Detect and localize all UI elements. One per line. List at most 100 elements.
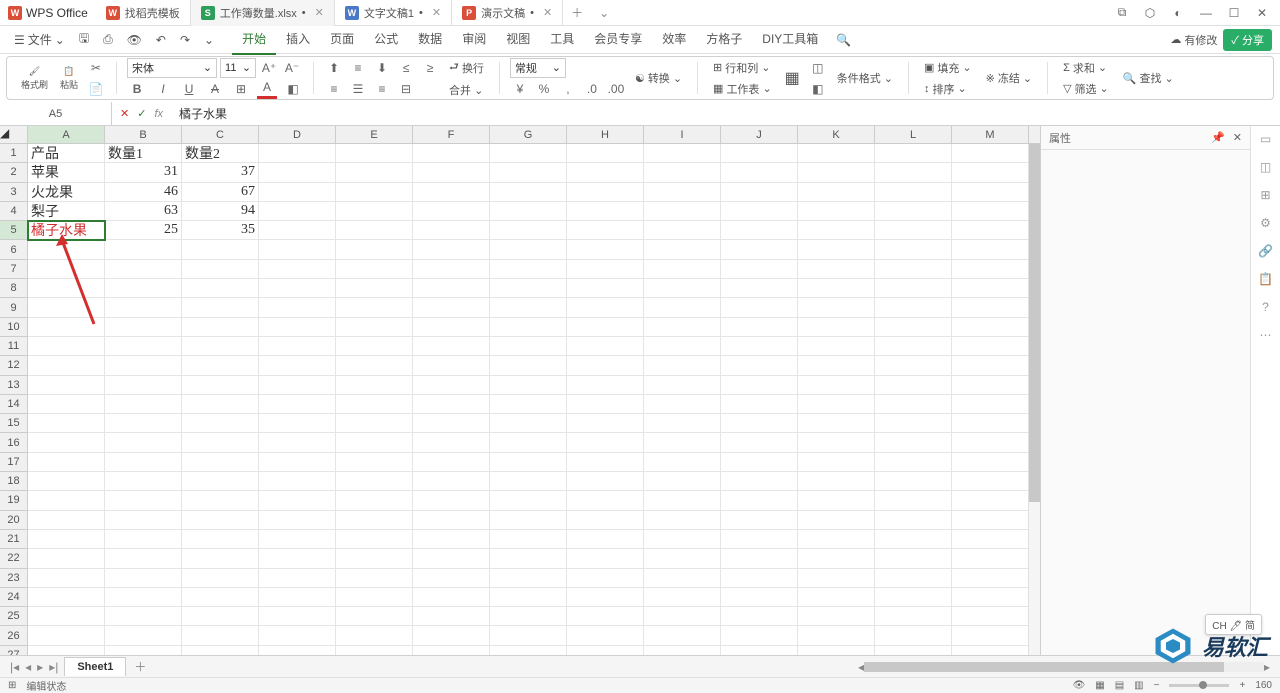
cell[interactable]: [798, 376, 875, 395]
cell[interactable]: [259, 240, 336, 259]
search-icon[interactable]: 🔍: [830, 29, 857, 51]
underline-button[interactable]: U: [179, 79, 199, 99]
cell[interactable]: [336, 607, 413, 626]
cell[interactable]: [798, 395, 875, 414]
cell[interactable]: [259, 491, 336, 510]
cell[interactable]: [490, 433, 567, 452]
undo-icon[interactable]: ↶: [150, 29, 172, 51]
cell[interactable]: [875, 569, 952, 588]
cell[interactable]: [28, 260, 105, 279]
new-tab-button[interactable]: ＋: [563, 4, 591, 21]
side-link-icon[interactable]: 🔗: [1258, 244, 1273, 258]
filter-button[interactable]: ▽ 筛选 ⌄: [1058, 79, 1114, 99]
strike-button[interactable]: A: [205, 79, 225, 99]
cell[interactable]: [336, 279, 413, 298]
cell[interactable]: [567, 318, 644, 337]
cell[interactable]: [336, 626, 413, 645]
row-header[interactable]: 9: [0, 298, 28, 317]
column-header-A[interactable]: A: [28, 126, 105, 143]
cell[interactable]: [567, 298, 644, 317]
cell[interactable]: [413, 626, 490, 645]
formula-cancel-icon[interactable]: ✕: [120, 107, 129, 120]
cell[interactable]: [105, 337, 182, 356]
cell[interactable]: [336, 356, 413, 375]
share-button[interactable]: ✓ 分享: [1223, 29, 1272, 51]
cell[interactable]: [875, 279, 952, 298]
cell[interactable]: [798, 511, 875, 530]
cell[interactable]: [259, 453, 336, 472]
cell[interactable]: [105, 279, 182, 298]
cell[interactable]: [259, 279, 336, 298]
zoom-slider[interactable]: [1169, 684, 1229, 687]
cell[interactable]: [413, 221, 490, 240]
view-page-icon[interactable]: ▤: [1115, 680, 1124, 691]
cell[interactable]: [952, 376, 1029, 395]
cell[interactable]: [721, 144, 798, 163]
cell[interactable]: [721, 491, 798, 510]
menu-tab-审阅[interactable]: 审阅: [452, 24, 496, 55]
cell[interactable]: [875, 549, 952, 568]
cell[interactable]: [490, 202, 567, 221]
column-header-K[interactable]: K: [798, 126, 875, 143]
cell[interactable]: [182, 453, 259, 472]
cell[interactable]: [28, 240, 105, 259]
cell[interactable]: [721, 395, 798, 414]
sort-button[interactable]: ↕ 排序 ⌄: [919, 79, 977, 99]
cell[interactable]: [336, 144, 413, 163]
cell[interactable]: [798, 453, 875, 472]
save-icon[interactable]: 🖫: [73, 25, 95, 54]
row-header[interactable]: 8: [0, 279, 28, 298]
align-center-icon[interactable]: ☰: [348, 79, 368, 99]
percent-icon[interactable]: %: [534, 79, 554, 99]
cell[interactable]: [413, 144, 490, 163]
cell[interactable]: [721, 607, 798, 626]
cell[interactable]: [875, 453, 952, 472]
cell[interactable]: [952, 298, 1029, 317]
cell[interactable]: [413, 549, 490, 568]
cell[interactable]: [567, 569, 644, 588]
cell[interactable]: [567, 260, 644, 279]
cell[interactable]: [952, 607, 1029, 626]
changes-indicator[interactable]: ☁ 有修改: [1170, 32, 1217, 48]
cell[interactable]: 67: [182, 183, 259, 202]
cell[interactable]: [721, 163, 798, 182]
cell[interactable]: [413, 569, 490, 588]
cell[interactable]: [336, 376, 413, 395]
cell[interactable]: [952, 646, 1029, 655]
cell[interactable]: 产品: [28, 144, 105, 163]
formula-accept-icon[interactable]: ✓: [137, 107, 146, 120]
redo-icon[interactable]: ↷: [174, 29, 196, 51]
cell[interactable]: [490, 240, 567, 259]
copy-icon[interactable]: 📄: [86, 79, 106, 99]
fill-color-button[interactable]: ◧: [283, 79, 303, 99]
cell[interactable]: [182, 646, 259, 655]
cell[interactable]: [952, 414, 1029, 433]
cell[interactable]: [644, 530, 721, 549]
cell[interactable]: [644, 163, 721, 182]
cell[interactable]: [336, 260, 413, 279]
indent-right-icon[interactable]: ≥: [420, 58, 440, 78]
cell[interactable]: [875, 183, 952, 202]
cell[interactable]: [721, 279, 798, 298]
cell[interactable]: [105, 376, 182, 395]
cell[interactable]: [259, 298, 336, 317]
cell[interactable]: [182, 376, 259, 395]
freeze-button[interactable]: ※ 冻结 ⌄: [981, 68, 1037, 88]
cell[interactable]: [336, 569, 413, 588]
cell[interactable]: [182, 588, 259, 607]
cell[interactable]: [336, 414, 413, 433]
cell[interactable]: [644, 569, 721, 588]
preview-icon[interactable]: 👁: [121, 29, 148, 51]
cell[interactable]: [644, 260, 721, 279]
cell[interactable]: [490, 646, 567, 655]
cell[interactable]: [490, 491, 567, 510]
cell[interactable]: [413, 318, 490, 337]
cell[interactable]: [798, 491, 875, 510]
cell[interactable]: [336, 530, 413, 549]
cell[interactable]: [259, 395, 336, 414]
cell[interactable]: [105, 549, 182, 568]
vertical-scrollbar[interactable]: [1028, 144, 1040, 655]
cell[interactable]: [952, 318, 1029, 337]
cell[interactable]: [721, 414, 798, 433]
cell[interactable]: [567, 414, 644, 433]
